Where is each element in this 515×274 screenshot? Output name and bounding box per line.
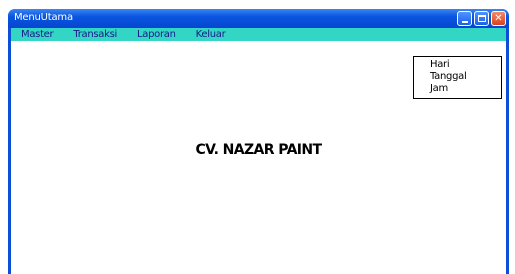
window-title: MenuUtama bbox=[14, 12, 73, 23]
time-label: Jam bbox=[430, 83, 448, 94]
minimize-button[interactable] bbox=[457, 11, 472, 26]
company-name: CV. NAZAR PAINT bbox=[195, 142, 323, 158]
client-area: Hari Tanggal Jam CV. NAZAR PAINT bbox=[11, 41, 506, 274]
menu-bar: Master Transaksi Laporan Keluar bbox=[11, 28, 506, 41]
date-label: Tanggal bbox=[430, 71, 467, 82]
title-bar[interactable]: MenuUtama ✕ bbox=[8, 9, 509, 28]
close-icon: ✕ bbox=[494, 12, 503, 24]
day-label: Hari bbox=[430, 59, 450, 70]
menu-item-laporan[interactable]: Laporan bbox=[137, 28, 176, 41]
maximize-button[interactable] bbox=[474, 11, 489, 26]
date-time-panel: Hari Tanggal Jam bbox=[413, 56, 502, 99]
maximize-icon bbox=[477, 15, 486, 22]
main-window: MenuUtama ✕ Master Transaksi Laporan Kel… bbox=[8, 9, 509, 274]
minimize-icon bbox=[461, 21, 468, 23]
menu-item-keluar[interactable]: Keluar bbox=[196, 28, 226, 41]
menu-item-transaksi[interactable]: Transaksi bbox=[73, 28, 117, 41]
menu-item-master[interactable]: Master bbox=[21, 28, 54, 41]
close-button[interactable]: ✕ bbox=[491, 11, 506, 26]
window-controls: ✕ bbox=[457, 11, 506, 26]
